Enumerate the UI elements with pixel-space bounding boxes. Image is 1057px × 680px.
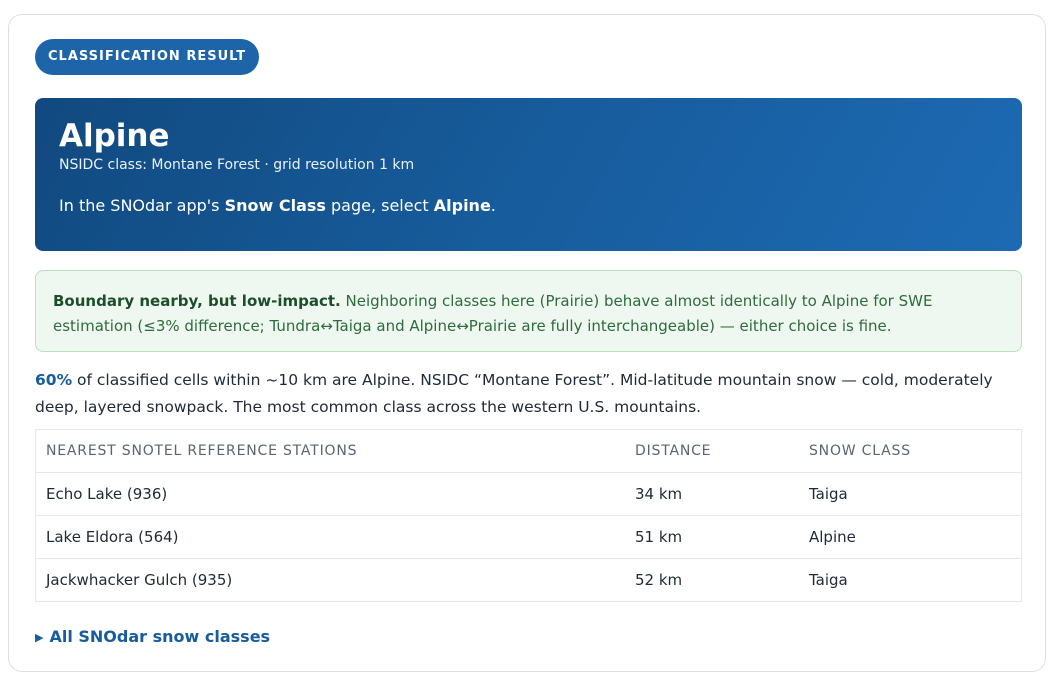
station-name: Jackwhacker Gulch (935) <box>35 558 625 602</box>
summary-text: of classified cells within ~10 km are Al… <box>35 371 993 416</box>
station-name: Lake Eldora (564) <box>35 515 625 559</box>
instruction-text: page, select <box>325 196 434 215</box>
station-snow-class: Alpine <box>799 515 1022 559</box>
table-row: Echo Lake (936) 34 km Taiga <box>35 472 1022 516</box>
station-distance: 52 km <box>625 558 799 602</box>
table-row: Lake Eldora (564) 51 km Alpine <box>35 515 1022 559</box>
result-subtitle: NSIDC class: Montane Forest · grid resol… <box>59 157 415 173</box>
all-snow-classes-toggle[interactable]: ▶ All SNOdar snow classes <box>35 627 270 648</box>
station-snow-class: Taiga <box>799 472 1022 516</box>
station-snow-class: Taiga <box>799 558 1022 602</box>
classification-badge: CLASSIFICATION RESULT <box>35 39 260 75</box>
column-header-snow-class: SNOW CLASS <box>799 429 1022 473</box>
disclosure-triangle-icon: ▶ <box>35 631 44 644</box>
instruction-text: . <box>490 196 496 215</box>
result-card: CLASSIFICATION RESULT Alpine NSIDC class… <box>8 14 1046 672</box>
all-snow-classes-label: All SNOdar snow classes <box>49 627 271 646</box>
table-row: Jackwhacker Gulch (935) 52 km Taiga <box>35 558 1022 602</box>
instruction-page-name: Snow Class <box>224 196 326 215</box>
stations-table: NEAREST SNOTEL REFERENCE STATIONS DISTAN… <box>35 429 1022 602</box>
station-distance: 34 km <box>625 472 799 516</box>
class-summary: 60% of classified cells within ~10 km ar… <box>35 367 1025 421</box>
station-distance: 51 km <box>625 515 799 559</box>
station-name: Echo Lake (936) <box>35 472 625 516</box>
notice-heading: Boundary nearby, but low-impact. <box>53 292 341 310</box>
instruction-text: In the SNOdar app's <box>59 196 225 215</box>
result-instruction: In the SNOdar app's Snow Class page, sel… <box>59 196 998 216</box>
result-title: Alpine <box>59 118 170 154</box>
table-header-row: NEAREST SNOTEL REFERENCE STATIONS DISTAN… <box>35 429 1022 473</box>
result-hero: Alpine NSIDC class: Montane Forest · gri… <box>35 98 1022 251</box>
summary-percent: 60% <box>35 371 73 389</box>
column-header-station: NEAREST SNOTEL REFERENCE STATIONS <box>35 429 625 473</box>
instruction-choice: Alpine <box>433 196 491 215</box>
boundary-notice: Boundary nearby, but low-impact. Neighbo… <box>35 270 1022 352</box>
column-header-distance: DISTANCE <box>625 429 799 473</box>
